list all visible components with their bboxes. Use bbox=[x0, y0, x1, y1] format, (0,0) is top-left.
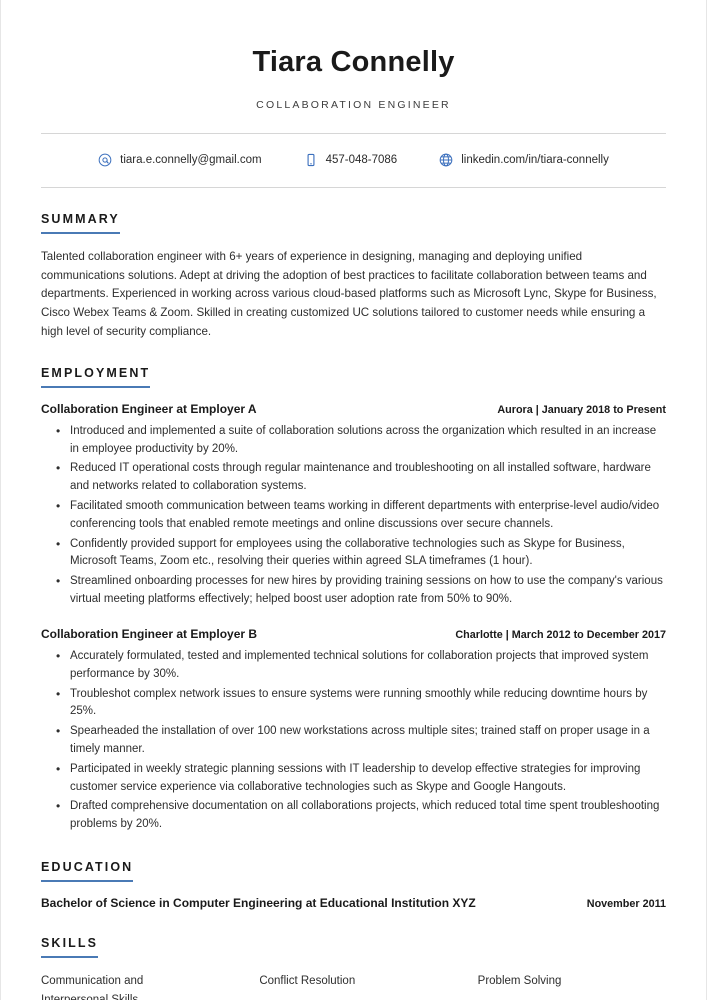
job-title-subtitle: COLLABORATION ENGINEER bbox=[256, 98, 451, 111]
employment-entry-title: Collaboration Engineer at Employer B bbox=[41, 626, 258, 641]
education-entry-title: Bachelor of Science in Computer Engineer… bbox=[41, 896, 476, 911]
skill-item: Problem Solving bbox=[477, 975, 562, 988]
skill-item-spacer bbox=[478, 991, 666, 1000]
section-title-summary: SUMMARY bbox=[41, 212, 120, 234]
skills-column: Problem Solving Process Improvement bbox=[478, 972, 666, 1000]
list-item: Accurately formulated, tested and implem… bbox=[56, 647, 666, 684]
email-icon bbox=[98, 153, 112, 167]
contact-linkedin-text: linkedin.com/in/tiara-connelly bbox=[461, 153, 609, 166]
section-title-education: EDUCATION bbox=[41, 860, 134, 883]
skill-item: Communication and Interpersonal Skills bbox=[41, 975, 144, 1000]
list-item: Reduced IT operational costs through reg… bbox=[56, 459, 666, 496]
globe-icon bbox=[439, 153, 453, 167]
summary-text: Talented collaboration engineer with 6+ … bbox=[41, 249, 657, 339]
list-item: Spearheaded the installation of over 100… bbox=[56, 722, 666, 759]
education-entry: Bachelor of Science in Computer Engineer… bbox=[41, 896, 666, 910]
list-item: Introduced and implemented a suite of co… bbox=[56, 422, 666, 459]
education-entry-meta: November 2011 bbox=[586, 898, 666, 911]
contact-email-text: tiara.e.connelly@gmail.com bbox=[120, 153, 262, 166]
skill-item: Conflict Resolution bbox=[259, 975, 356, 988]
list-item: Confidently provided support for employe… bbox=[56, 535, 666, 572]
section-summary: SUMMARY Talented collaboration engineer … bbox=[41, 188, 666, 342]
contact-linkedin[interactable]: linkedin.com/in/tiara-connelly bbox=[439, 153, 609, 167]
contact-phone-text: 457-048-7086 bbox=[325, 153, 398, 166]
section-education: EDUCATION Bachelor of Science in Compute… bbox=[41, 836, 666, 910]
section-title-employment: EMPLOYMENT bbox=[41, 366, 151, 388]
skill-item-spacer bbox=[259, 991, 447, 1000]
employment-entry: Collaboration Engineer at Employer A Aur… bbox=[41, 402, 666, 609]
section-skills: SKILLS Communication and Interpersonal S… bbox=[41, 912, 666, 1000]
employment-bullets: Accurately formulated, tested and implem… bbox=[41, 647, 666, 834]
list-item: Participated in weekly strategic plannin… bbox=[56, 760, 666, 797]
list-item: Drafted comprehensive documentation on a… bbox=[56, 797, 666, 834]
list-item: Troubleshot complex network issues to en… bbox=[56, 685, 666, 722]
page-title: Tiara Connelly bbox=[252, 46, 455, 78]
skills-grid: Communication and Interpersonal Skills F… bbox=[41, 972, 666, 1000]
skills-column: Communication and Interpersonal Skills F… bbox=[41, 972, 229, 1000]
employment-entry-title: Collaboration Engineer at Employer A bbox=[41, 401, 257, 416]
list-item: Streamlined onboarding processes for new… bbox=[56, 572, 666, 609]
contact-phone[interactable]: 457-048-7086 bbox=[304, 153, 398, 167]
contact-email[interactable]: tiara.e.connelly@gmail.com bbox=[98, 153, 262, 167]
employment-entry: Collaboration Engineer at Employer B Cha… bbox=[41, 627, 666, 834]
contact-row: tiara.e.connelly@gmail.com 457-048-7086 bbox=[41, 134, 666, 167]
skills-column: Conflict Resolution Change Management bbox=[259, 972, 447, 1000]
resume-page: Tiara Connelly COLLABORATION ENGINEER ti… bbox=[0, 0, 707, 1000]
phone-icon bbox=[304, 153, 318, 167]
employment-entry-meta: Charlotte | March 2012 to December 2017 bbox=[455, 628, 666, 641]
section-employment: EMPLOYMENT Collaboration Engineer at Emp… bbox=[41, 342, 666, 834]
employment-bullets: Introduced and implemented a suite of co… bbox=[41, 422, 666, 609]
employment-entry-meta: Aurora | January 2018 to Present bbox=[497, 403, 666, 416]
list-item: Facilitated smooth communication between… bbox=[56, 497, 666, 534]
section-title-skills: SKILLS bbox=[41, 936, 99, 959]
